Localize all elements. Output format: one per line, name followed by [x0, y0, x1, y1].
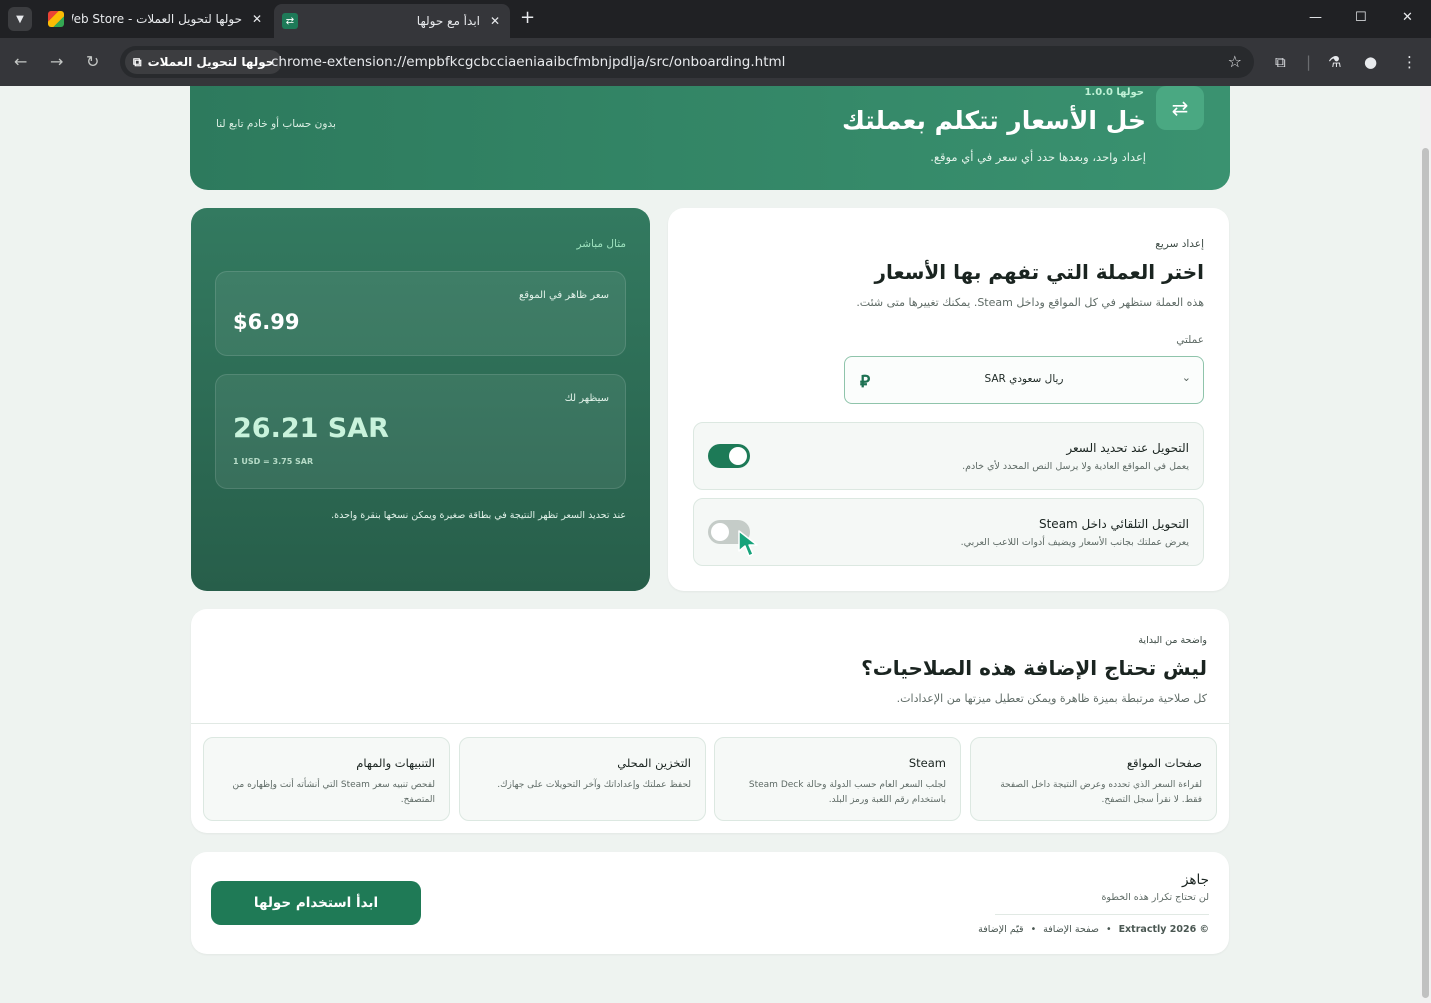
- mouse-cursor-icon: [738, 530, 758, 557]
- permission-site-pages: صفحات المواقع لقراءة السعر الذي تحدده وع…: [970, 737, 1217, 821]
- labs-flask-icon[interactable]: ⚗: [1328, 52, 1341, 72]
- toggle-description: يعرض عملتك بجانب الأسعار ويضيف أدوات الل…: [960, 537, 1189, 548]
- start-using-button[interactable]: ابدأ استخدام حولها: [211, 881, 421, 925]
- close-tab-icon[interactable]: ✕: [252, 12, 262, 26]
- maximize-icon[interactable]: ☐: [1355, 10, 1367, 25]
- currency-select[interactable]: ⃁ ريال سعودي SAR ⌄: [844, 356, 1204, 404]
- ready-divider: [995, 914, 1209, 915]
- extension-page-link[interactable]: صفحة الإضافة: [1043, 924, 1099, 935]
- page-scrollbar[interactable]: [1420, 86, 1431, 1003]
- permission-local-storage: التخزين المحلي لحفظ عملتك وإعداداتك وآخر…: [459, 737, 706, 821]
- bookmark-star-icon[interactable]: ☆: [1228, 52, 1242, 71]
- converted-price-value: 26.21 SAR: [233, 413, 389, 444]
- select-convert-switch[interactable]: [708, 444, 750, 468]
- profile-avatar-icon[interactable]: ●: [1364, 52, 1377, 72]
- chrome-web-store-icon: [48, 11, 64, 27]
- perms-eyebrow: واضحة من البداية: [1138, 635, 1207, 646]
- footer-links: © Extractly 2026 • صفحة الإضافة • قيّم ا…: [978, 924, 1209, 935]
- permission-steam: Steam لجلب السعر العام حسب الدولة وحالة …: [714, 737, 961, 821]
- browser-tab-bar: ▼ حولها لتحويل العملات - Chrome Web Stor…: [0, 0, 1431, 38]
- app-version: حولها 1.0.0: [1084, 87, 1144, 98]
- toggle-description: يعمل في المواقع العادية ولا يرسل النص ال…: [962, 461, 1189, 472]
- close-tab-icon[interactable]: ✕: [490, 14, 500, 28]
- app-logo-swap-icon: ⇄: [1156, 86, 1204, 130]
- ready-subtitle: لن تحتاج تكرار هذه الخطوة: [1101, 892, 1209, 903]
- forward-icon[interactable]: →: [50, 52, 63, 72]
- scrollbar-thumb[interactable]: [1422, 148, 1429, 998]
- more-menu-icon[interactable]: ⋮: [1402, 52, 1417, 72]
- site-chip[interactable]: حولها لتحويل العملات ⧉: [125, 50, 283, 74]
- close-window-icon[interactable]: ✕: [1402, 10, 1413, 25]
- back-icon[interactable]: ←: [14, 52, 27, 72]
- site-price-box: سعر ظاهر في الموقع $6.99: [215, 271, 626, 356]
- permission-title: التخزين المحلي: [617, 756, 691, 770]
- rate-extension-link[interactable]: قيّم الإضافة: [978, 924, 1023, 935]
- copyright-text: © Extractly 2026: [1118, 924, 1209, 935]
- extension-swap-icon: ⇄: [282, 13, 298, 29]
- toggle-row-steam-auto: التحويل التلقائي داخل Steam يعرض عملتك ب…: [693, 498, 1204, 566]
- new-tab-icon[interactable]: +: [520, 8, 535, 28]
- toggle-title: التحويل التلقائي داخل Steam: [1038, 517, 1189, 531]
- permissions-card: واضحة من البداية ليش تحتاج الإضافة هذه ا…: [191, 609, 1229, 833]
- converted-price-box: سيظهر لك 26.21 SAR 1 USD = 3.75 SAR: [215, 374, 626, 489]
- permission-title: Steam: [908, 756, 946, 770]
- extensions-icon[interactable]: ⧉: [1275, 52, 1286, 72]
- setup-eyebrow: إعداد سريع: [1155, 238, 1204, 250]
- perms-divider: [191, 723, 1229, 724]
- footer-separator: •: [1030, 924, 1037, 935]
- setup-title: اختر العملة التي تفهم بها الأسعار: [874, 260, 1204, 284]
- perms-title: ليش تحتاج الإضافة هذه الصلاحيات؟: [861, 656, 1207, 680]
- hero-title: خل الأسعار تتكلم بعملتك: [842, 106, 1146, 135]
- ready-card: جاهز لن تحتاج تكرار هذه الخطوة © Extract…: [191, 852, 1229, 954]
- hero-subtitle: إعداد واحد، وبعدها حدد أي سعر في أي موقع…: [930, 150, 1146, 164]
- tab-title: حولها لتحويل العملات - Chrome Web Store: [72, 12, 242, 26]
- toggle-row-select-convert: التحويل عند تحديد السعر يعمل في المواقع …: [693, 422, 1204, 490]
- exchange-rate: 1 USD = 3.75 SAR: [233, 457, 314, 466]
- onboarding-page: ⇄ حولها 1.0.0 خل الأسعار تتكلم بعملتك إع…: [0, 86, 1420, 1003]
- browser-toolbar: ← → ↻ حولها لتحويل العملات ⧉ chrome-exte…: [0, 38, 1431, 86]
- hero-banner: ⇄ حولها 1.0.0 خل الأسعار تتكلم بعملتك إع…: [190, 86, 1230, 190]
- footer-separator: •: [1105, 924, 1112, 935]
- chevron-down-icon: ⌄: [1181, 371, 1191, 384]
- toolbar-divider: |: [1306, 53, 1312, 71]
- switch-knob: [729, 447, 747, 465]
- live-example-card: مثال مباشر سعر ظاهر في الموقع $6.99 سيظه…: [191, 208, 650, 591]
- permission-description: لفحص تنبيه سعر Steam التي أنشأته أنت وإظ…: [232, 780, 435, 805]
- permission-title: التنبيهات والمهام: [356, 756, 435, 770]
- tab-search-button[interactable]: ▼: [8, 7, 32, 31]
- site-price-value: $6.99: [233, 310, 300, 334]
- permission-description: لحفظ عملتك وإعداداتك وآخر التحويلات على …: [497, 780, 691, 790]
- reload-icon[interactable]: ↻: [86, 52, 99, 72]
- ready-title: جاهز: [1181, 872, 1209, 888]
- site-chip-label: حولها لتحويل العملات: [147, 55, 275, 69]
- permission-description: لجلب السعر العام حسب الدولة وحالة Steam …: [748, 780, 946, 805]
- quick-setup-card: إعداد سريع اختر العملة التي تفهم بها الأ…: [668, 208, 1229, 591]
- setup-description: هذه العملة ستظهر في كل المواقع وداخل Ste…: [856, 296, 1204, 309]
- currency-label: عملتي: [1176, 334, 1204, 346]
- privacy-note: بدون حساب أو خادم تابع لنا: [216, 118, 336, 130]
- toggle-title: التحويل عند تحديد السعر: [1066, 441, 1189, 455]
- minimize-icon[interactable]: —: [1309, 10, 1322, 25]
- permission-alarms-notifications: التنبيهات والمهام لفحص تنبيه سعر Steam ا…: [203, 737, 450, 821]
- switch-knob: [711, 523, 729, 541]
- tab-web-store[interactable]: حولها لتحويل العملات - Chrome Web Store …: [40, 0, 272, 38]
- url-text: chrome-extension://empbfkcgcbcciaeniaaib…: [271, 54, 786, 70]
- converted-price-caption: سيظهر لك: [564, 393, 609, 404]
- site-price-caption: سعر ظاهر في الموقع: [518, 290, 609, 301]
- permission-title: صفحات المواقع: [1126, 756, 1202, 770]
- tab-onboarding[interactable]: ⇄ ابدأ مع حولها ✕: [274, 4, 510, 38]
- perms-description: كل صلاحية مرتبطة بميزة ظاهرة ويمكن تعطيل…: [896, 692, 1207, 705]
- permission-description: لقراءة السعر الذي تحدده وعرض النتيجة داخ…: [1000, 780, 1202, 805]
- live-example-label: مثال مباشر: [576, 238, 626, 250]
- extension-puzzle-icon: ⧉: [133, 54, 142, 69]
- address-bar[interactable]: حولها لتحويل العملات ⧉ chrome-extension:…: [120, 46, 1254, 78]
- tab-title: ابدأ مع حولها: [416, 14, 480, 28]
- currency-selected-value: ريال سعودي SAR: [984, 373, 1064, 385]
- live-example-footer: عند تحديد السعر تظهر النتيجة في بطاقة صغ…: [331, 510, 626, 521]
